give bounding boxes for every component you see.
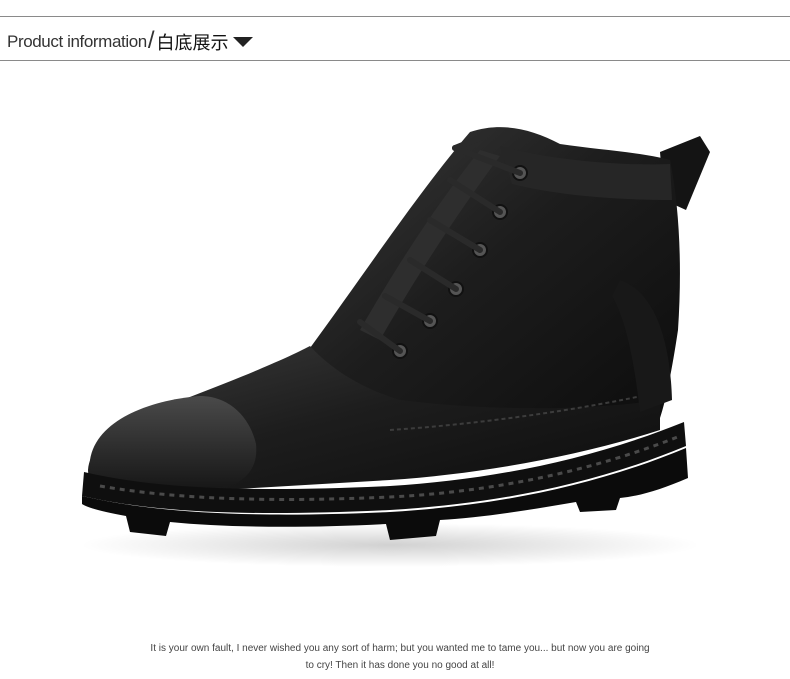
section-title-en: Product information [7,32,147,51]
section-title-cn: 白底展示 [156,33,229,53]
title-separator: / [147,27,155,54]
caption-text: It is your own fault, I never wished you… [95,640,705,674]
caption-line-2: to cry! Then it has done you no good at … [305,660,495,671]
section-title: Product information / 白底展示 [7,27,254,56]
boot-illustration [80,127,710,567]
triangle-down-icon [233,35,254,53]
section-header: Product information / 白底展示 [0,16,790,61]
product-image [60,100,740,580]
caption-line-1: It is your own fault, I never wished you… [150,643,650,654]
